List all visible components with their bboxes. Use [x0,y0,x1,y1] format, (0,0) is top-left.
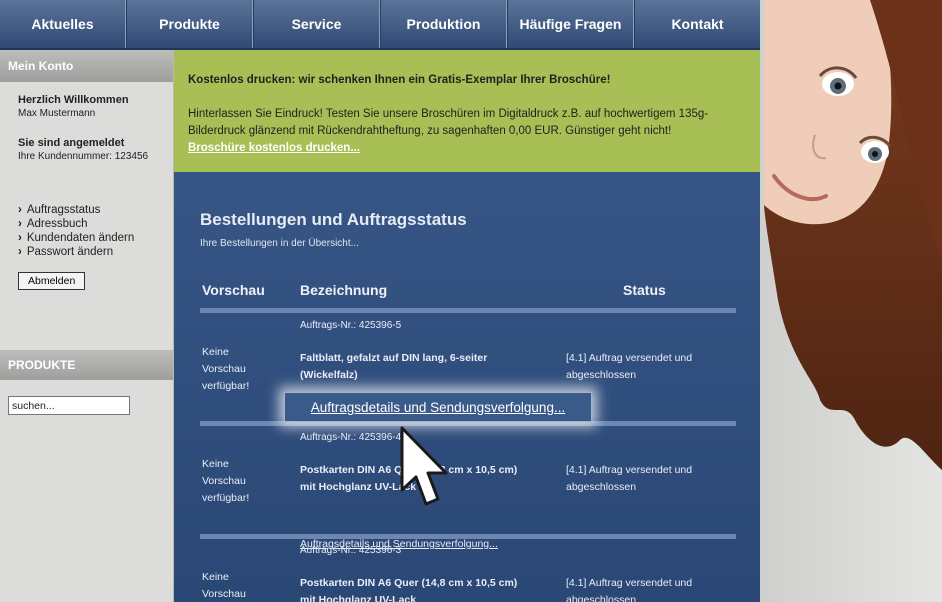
row-divider [200,308,736,313]
products-heading: PRODUKTE [0,350,173,380]
welcome-text: Herzlich Willkommen [18,94,129,106]
nav-produkte[interactable]: Produkte [126,0,253,48]
order-preview: Keine Vorschau verfügbar! [202,571,246,600]
promo-banner: Kostenlos drucken: wir schenken Ihnen ei… [174,50,760,172]
page-title: Bestellungen und Auftragsstatus [200,210,467,229]
nav-service[interactable]: Service [253,0,380,48]
nav-produktion[interactable]: Produktion [380,0,507,48]
order-description: Postkarten DIN A6 Quer (14,8 cm x 10,5 c… [300,577,518,602]
nav-kontakt[interactable]: Kontakt [634,0,760,48]
order-details-link-highlighted[interactable]: Auftragsdetails und Sendungsverfolgung..… [284,392,592,422]
sidebar: Mein Konto Herzlich Willkommen Max Muste… [0,50,174,602]
sidebar-item-passwort[interactable]: Passwort ändern [18,246,173,258]
account-links: Auftragsstatus Adressbuch Kundendaten än… [0,164,173,258]
decorative-photo [760,0,942,602]
search-input[interactable] [8,396,130,415]
customer-number: Ihre Kundennummer: 123456 [18,151,149,162]
nav-faq[interactable]: Häufige Fragen [507,0,634,48]
column-header-description: Bezeichnung [300,282,388,298]
order-status: [4.1] Auftrag versendet und abgeschlosse… [566,464,693,493]
promo-text: Hinterlassen Sie Eindruck! Testen Sie un… [188,108,709,137]
order-preview: Keine Vorschau verfügbar! [202,458,250,504]
order-number: Auftrags-Nr.: 425396-4 [300,432,402,443]
promo-link[interactable]: Broschüre kostenlos drucken... [188,140,746,157]
user-name: Max Mustermann [18,108,96,119]
promo-title: Kostenlos drucken: wir schenken Ihnen ei… [188,74,611,86]
account-heading: Mein Konto [0,50,173,82]
nav-aktuelles[interactable]: Aktuelles [0,0,126,48]
page-subtitle: Ihre Bestellungen in der Übersicht... [200,238,359,249]
order-status: [4.1] Auftrag versendet und abgeschlosse… [566,352,693,381]
logout-button[interactable]: Abmelden [18,272,86,290]
login-status: Sie sind angemeldet [18,137,125,149]
column-header-preview: Vorschau [202,282,265,298]
order-number: Auftrags-Nr.: 425396-3 [300,545,402,556]
main-content: Kostenlos drucken: wir schenken Ihnen ei… [174,50,760,602]
orders-section: Bestellungen und Auftragsstatus Ihre Bes… [200,210,736,602]
sidebar-item-kundendaten[interactable]: Kundendaten ändern [18,232,173,244]
sidebar-item-auftragsstatus[interactable]: Auftragsstatus [18,204,173,216]
mouse-cursor-icon [400,426,448,506]
order-number: Auftrags-Nr.: 425396-5 [300,320,402,331]
column-header-status: Status [623,282,666,298]
top-navigation: Aktuelles Produkte Service Produktion Hä… [0,0,760,50]
sidebar-item-adressbuch[interactable]: Adressbuch [18,218,173,230]
order-preview: Keine Vorschau verfügbar! [202,346,250,392]
order-status: [4.1] Auftrag versendet und abgeschlosse… [566,577,693,602]
girl-portrait-image [764,0,942,470]
account-info: Herzlich Willkommen Max Mustermann Sie s… [0,82,173,162]
order-description: Faltblatt, gefalzt auf DIN lang, 6-seite… [300,352,488,381]
row-divider [200,534,736,539]
